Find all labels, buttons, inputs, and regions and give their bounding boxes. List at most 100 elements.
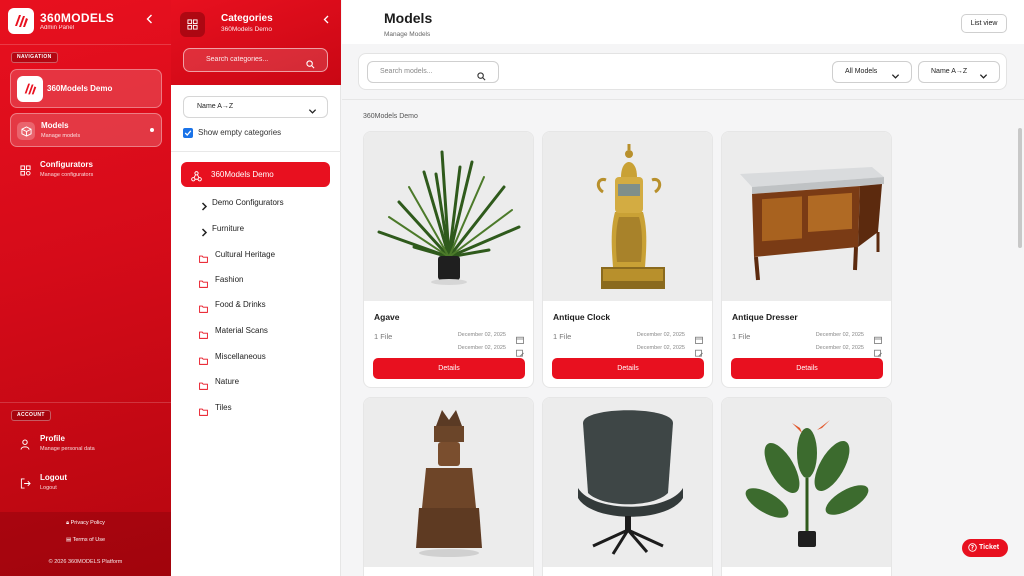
- model-thumbnail[interactable]: [543, 398, 712, 567]
- chevron-down-icon: [308, 103, 317, 121]
- ticket-button[interactable]: ? Ticket: [962, 539, 1008, 557]
- category-item-label: Miscellaneous: [215, 352, 266, 361]
- model-sort-select[interactable]: Name A→Z: [918, 61, 1000, 83]
- model-thumbnail[interactable]: [364, 132, 533, 301]
- model-thumbnail[interactable]: [364, 398, 533, 567]
- sidebar-item-models[interactable]: Models Manage models: [10, 113, 162, 147]
- category-search-placeholder: Search categories...: [206, 56, 269, 63]
- model-updated-date: December 02, 2025: [636, 345, 685, 351]
- category-item[interactable]: Demo Configurators: [199, 196, 329, 211]
- terms-of-use-link[interactable]: ▤ Terms of Use: [0, 537, 171, 543]
- main-content: Models Manage Models List view Search mo…: [342, 0, 1024, 576]
- sidebar-item-logout[interactable]: Logout Logout: [10, 466, 162, 500]
- collapse-sidebar-icon[interactable]: [143, 12, 155, 26]
- model-search-input[interactable]: Search models...: [367, 61, 499, 83]
- page-title: Models: [384, 10, 433, 26]
- folder-icon: [199, 326, 208, 344]
- category-item[interactable]: Material Scans: [199, 324, 329, 339]
- navigation-section-label: NAVIGATION: [11, 52, 58, 63]
- category-item-label: Furniture: [212, 224, 245, 233]
- category-item[interactable]: Food & Drinks: [199, 298, 329, 313]
- project-selector[interactable]: 360Models Demo: [10, 69, 162, 108]
- category-item-360models-demo[interactable]: 360Models Demo: [181, 162, 330, 187]
- show-empty-categories-label: Show empty categories: [198, 128, 282, 137]
- chevron-down-icon: [979, 68, 988, 86]
- category-item[interactable]: Miscellaneous: [199, 350, 329, 365]
- privacy-policy-link[interactable]: 🔒︎ Privacy Policy: [0, 520, 171, 527]
- account-section-label: ACCOUNT: [11, 410, 51, 421]
- category-item-label: Fashion: [215, 275, 244, 284]
- model-thumbnail[interactable]: [722, 132, 891, 301]
- category-item[interactable]: Cultural Heritage: [199, 248, 329, 263]
- folder-icon: [199, 250, 208, 268]
- model-card[interactable]: [542, 397, 713, 576]
- category-item-label: Nature: [215, 377, 240, 386]
- model-filter-value: All Models: [845, 68, 878, 75]
- terms-of-use-label: Terms of Use: [72, 537, 106, 543]
- category-sort-value: Name A→Z: [197, 103, 234, 110]
- category-subtitle: 360Models Demo: [221, 26, 272, 33]
- model-updated-date: December 02, 2025: [457, 345, 506, 351]
- sidebar-item-profile-title: Profile: [40, 434, 65, 443]
- sidebar-item-logout-subtitle: Logout: [40, 485, 57, 491]
- category-search-input[interactable]: Search categories...: [183, 48, 328, 72]
- sidebar-divider: [0, 402, 171, 403]
- model-card-antique-clock[interactable]: Antique Clock 1 File December 02, 2025 D…: [542, 131, 713, 388]
- folder-icon: [199, 377, 208, 395]
- collapse-categories-icon[interactable]: [321, 13, 331, 25]
- category-item[interactable]: Fashion: [199, 273, 329, 288]
- category-panel: Categories 360Models Demo Search categor…: [171, 0, 341, 576]
- category-item[interactable]: Tiles: [199, 401, 329, 416]
- document-icon: ▤: [65, 537, 73, 543]
- model-file-count: 1 File: [553, 332, 572, 341]
- cube-icon: [17, 122, 35, 140]
- sidebar-divider: [0, 44, 171, 45]
- category-item-label: Material Scans: [215, 326, 268, 335]
- model-card[interactable]: [721, 397, 892, 576]
- checkbox-checked-icon[interactable]: [183, 128, 193, 138]
- category-item[interactable]: Furniture: [199, 222, 329, 237]
- model-updated-date: December 02, 2025: [815, 345, 864, 351]
- model-thumbnail[interactable]: [722, 398, 891, 567]
- model-name: Antique Dresser: [732, 312, 798, 322]
- brand-title: 360MODELS: [40, 11, 115, 25]
- category-sort-select[interactable]: Name A→Z: [183, 96, 328, 118]
- chevron-right-icon[interactable]: [201, 198, 208, 216]
- details-button[interactable]: Details: [373, 358, 525, 379]
- model-group-label: 360Models Demo: [363, 113, 418, 120]
- list-view-button[interactable]: List view: [961, 14, 1007, 33]
- model-created-date: December 02, 2025: [636, 332, 685, 338]
- model-card[interactable]: [363, 397, 534, 576]
- sidebar-item-profile-subtitle: Manage personal data: [40, 446, 95, 452]
- chevron-down-icon: [891, 68, 900, 86]
- category-item-label: Demo Configurators: [212, 198, 284, 207]
- model-sort-value: Name A→Z: [931, 68, 968, 75]
- details-button[interactable]: Details: [731, 358, 883, 379]
- brand-subtitle: Admin Panel: [40, 25, 75, 31]
- sidebar-item-configurators[interactable]: Configurators Manage configurators: [10, 153, 162, 187]
- category-item[interactable]: Nature: [199, 375, 329, 390]
- model-card-agave[interactable]: Agave 1 File December 02, 2025 December …: [363, 131, 534, 388]
- chevron-right-icon[interactable]: [201, 224, 208, 242]
- help-circle-icon: ?: [968, 543, 977, 554]
- sidebar-item-logout-title: Logout: [40, 473, 68, 482]
- model-card-antique-dresser[interactable]: Antique Dresser 1 File December 02, 2025…: [721, 131, 892, 388]
- project-name: 360Models Demo: [47, 84, 113, 93]
- grid-icon: [180, 12, 205, 37]
- sidebar-item-profile[interactable]: Profile Manage personal data: [10, 427, 162, 461]
- model-name: Agave: [374, 312, 400, 322]
- model-filter-select[interactable]: All Models: [832, 61, 912, 83]
- category-item-label: Food & Drinks: [215, 300, 266, 309]
- model-file-count: 1 File: [374, 332, 393, 341]
- model-thumbnail[interactable]: [543, 132, 712, 301]
- sidebar-item-configurators-subtitle: Manage configurators: [40, 172, 94, 178]
- page-subtitle: Manage Models: [384, 31, 431, 38]
- details-button[interactable]: Details: [552, 358, 704, 379]
- brand-logo: [8, 8, 34, 34]
- page-header: Models Manage Models List view: [342, 0, 1024, 44]
- folder-icon: [199, 403, 208, 421]
- scrollbar[interactable]: [1018, 128, 1022, 248]
- network-icon: [191, 169, 202, 187]
- model-file-count: 1 File: [732, 332, 751, 341]
- category-header: Categories 360Models Demo Search categor…: [171, 0, 341, 85]
